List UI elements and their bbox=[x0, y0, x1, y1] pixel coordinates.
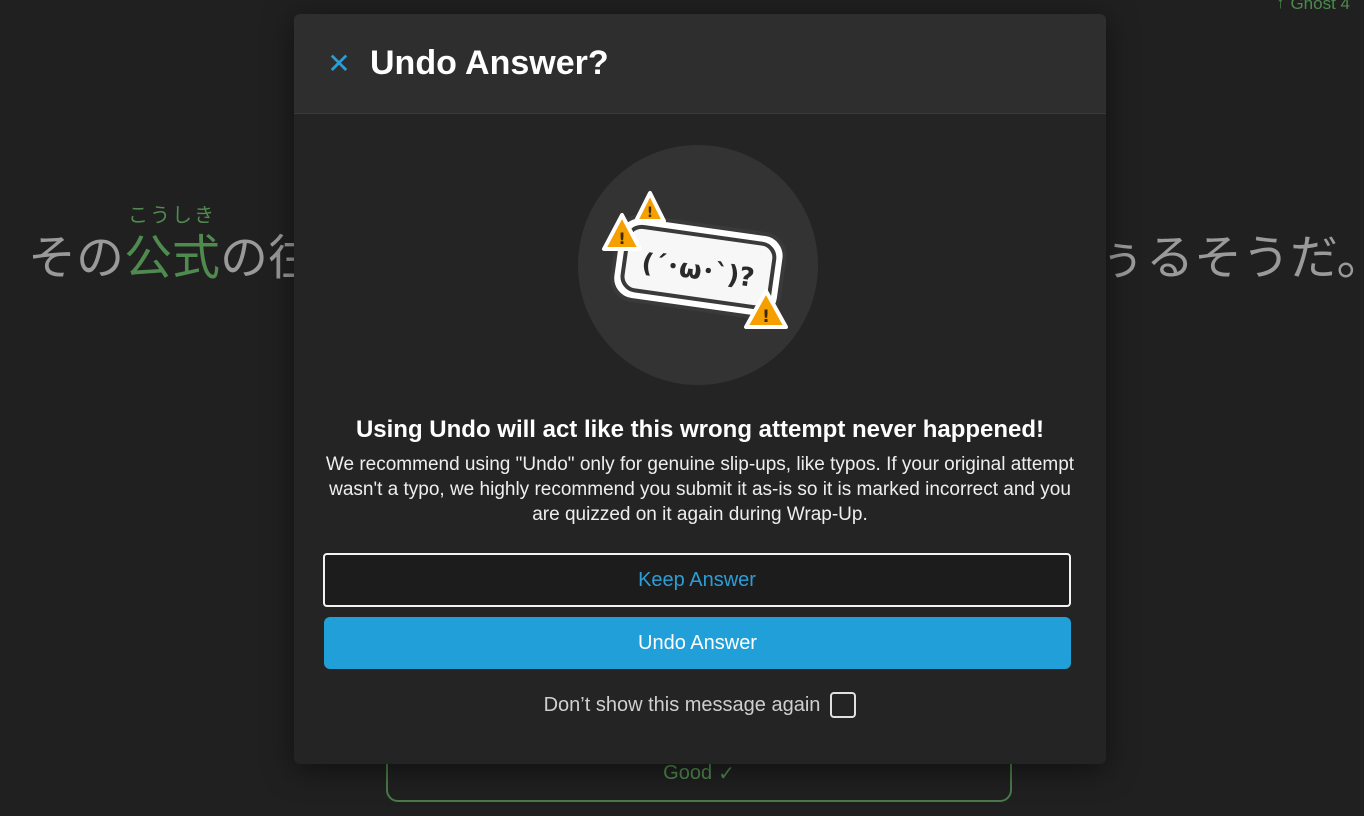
undo-answer-modal: ✕ Undo Answer? (´･ω･`)? ! ! ! Using Undo bbox=[294, 14, 1106, 764]
ghost-label: Ghost 4 bbox=[1290, 0, 1350, 13]
confused-kaomoji-illustration: (´･ω･`)? ! ! ! bbox=[578, 145, 818, 385]
svg-text:!: ! bbox=[762, 307, 770, 327]
ghost-indicator: ↑ Ghost 4 bbox=[1276, 0, 1350, 14]
sentence-keyword: こうしき 公式 bbox=[124, 204, 221, 286]
ghost-arrow-icon: ↑ bbox=[1276, 0, 1285, 12]
warning-icon: ! bbox=[634, 191, 666, 223]
dont-show-again-row: Don’t show this message again bbox=[294, 692, 1106, 718]
close-icon[interactable]: ✕ bbox=[326, 49, 352, 77]
sentence-prefix: その bbox=[28, 230, 125, 286]
svg-text:!: ! bbox=[647, 205, 653, 221]
quiz-sentence-suffix: ぅるそうだ。 bbox=[1098, 230, 1364, 286]
dont-show-again-checkbox[interactable] bbox=[830, 692, 857, 718]
modal-header: ✕ Undo Answer? bbox=[294, 14, 1106, 114]
grade-good-label: Good bbox=[663, 761, 713, 784]
check-icon: ✓ bbox=[718, 762, 735, 785]
furigana: こうしき bbox=[128, 203, 217, 227]
quiz-sentence: その こうしき 公式の往 bbox=[28, 204, 316, 286]
keyword-text: 公式 bbox=[124, 230, 221, 286]
message-title: Using Undo will act like this wrong atte… bbox=[355, 416, 1045, 443]
dont-show-again-label: Don’t show this message again bbox=[543, 693, 821, 716]
message-body: We recommend using "Undo" only for genui… bbox=[325, 454, 1075, 525]
kaomoji-sign-icon: (´･ω･`)? ! ! ! bbox=[602, 191, 788, 329]
modal-title: Undo Answer? bbox=[370, 44, 609, 82]
svg-text:!: ! bbox=[618, 229, 625, 248]
undo-answer-button[interactable]: Undo Answer bbox=[324, 617, 1071, 669]
keep-answer-button[interactable]: Keep Answer bbox=[323, 553, 1071, 607]
